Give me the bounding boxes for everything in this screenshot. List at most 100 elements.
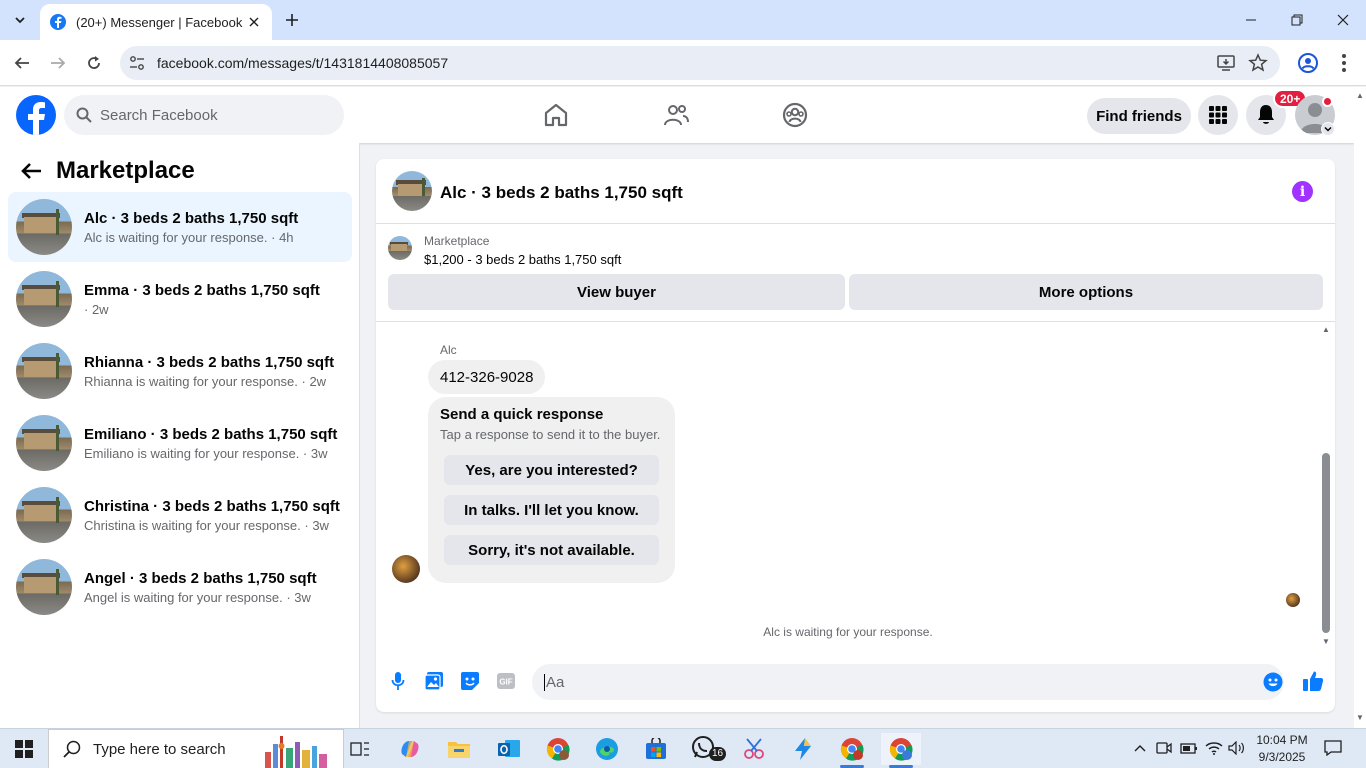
site-info-icon[interactable] — [128, 54, 146, 72]
taskbar-file-explorer[interactable] — [439, 733, 479, 765]
browser-menu-icon[interactable] — [1334, 51, 1354, 75]
listing-thumbnail — [16, 559, 72, 615]
forward-button[interactable] — [46, 51, 70, 75]
arrow-left-icon — [14, 57, 29, 69]
taskbar-copilot[interactable] — [390, 733, 430, 765]
scissors-icon — [744, 738, 764, 759]
browser-tab-active[interactable]: (20+) Messenger | Facebook — [40, 4, 272, 40]
task-view-button[interactable] — [340, 733, 380, 765]
taskbar-chrome-3-active[interactable] — [881, 733, 921, 768]
conversation-status: Emiliano is waiting for your response. ·… — [84, 445, 328, 461]
facebook-logo-icon[interactable] — [16, 95, 56, 135]
taskbar-outlook[interactable] — [489, 733, 529, 765]
conversation-item-emiliano[interactable]: Emiliano · 3 beds 2 baths 1,750 sqft Emi… — [8, 408, 352, 478]
waiting-status: Alc is waiting for your response. — [763, 625, 933, 639]
taskbar-clock[interactable]: 10:04 PM 9/3/2025 — [1250, 732, 1314, 766]
tray-meet-now[interactable] — [1155, 739, 1173, 757]
taskbar-search-box[interactable]: Type here to search — [48, 729, 344, 768]
conversation-status: · 2w — [84, 301, 109, 317]
conversation-status: Christina is waiting for your response. … — [84, 517, 329, 533]
message-composer: GIF Aa — [376, 657, 1335, 712]
install-app-icon[interactable] — [1216, 53, 1236, 73]
microphone-icon[interactable] — [387, 670, 409, 692]
emoji-icon[interactable] — [1262, 671, 1284, 693]
page-scrollbar[interactable]: ▲ ▼ — [1354, 87, 1366, 728]
tray-battery[interactable] — [1180, 739, 1198, 757]
listing-thumbnail — [16, 487, 72, 543]
restore-button[interactable] — [1274, 0, 1320, 40]
scroll-up-arrow-icon[interactable]: ▲ — [1321, 326, 1331, 334]
sender-avatar[interactable] — [392, 555, 420, 583]
marketplace-label: Marketplace — [424, 234, 490, 248]
info-icon[interactable]: i — [1292, 181, 1313, 202]
conversation-item-christina[interactable]: Christina · 3 beds 2 baths 1,750 sqft Ch… — [8, 480, 352, 550]
notification-center-button[interactable] — [1324, 739, 1342, 757]
taskbar-edge[interactable] — [587, 733, 627, 765]
message-bubble[interactable]: 412-326-9028 — [428, 360, 546, 394]
chat-listing-thumbnail[interactable] — [392, 171, 432, 211]
gif-icon[interactable]: GIF — [495, 670, 517, 692]
minimize-button[interactable] — [1228, 0, 1274, 40]
back-arrow-icon[interactable] — [20, 162, 42, 180]
thumbs-up-icon[interactable] — [1302, 670, 1324, 692]
tray-volume[interactable] — [1228, 739, 1246, 757]
back-button[interactable] — [10, 51, 34, 75]
chat-title[interactable]: Alc · 3 beds 2 baths 1,750 sqft — [440, 183, 683, 203]
taskbar-snipping-tool[interactable] — [734, 733, 774, 765]
quick-reply-interested-button[interactable]: Yes, are you interested? — [444, 455, 659, 485]
tab-title: (20+) Messenger | Facebook — [76, 14, 243, 30]
reload-button[interactable] — [82, 51, 106, 75]
conversation-item-emma[interactable]: Emma · 3 beds 2 baths 1,750 sqft · 2w — [8, 264, 352, 334]
chat-header: Alc · 3 beds 2 baths 1,750 sqft i — [376, 159, 1335, 224]
lightning-icon — [795, 738, 811, 760]
conversation-item-rhianna[interactable]: Rhianna · 3 beds 2 baths 1,750 sqft Rhia… — [8, 336, 352, 406]
account-chevron-icon[interactable] — [1321, 122, 1335, 136]
page-scroll-up-icon[interactable]: ▲ — [1356, 91, 1364, 100]
marketplace-sidebar: Marketplace Alc · 3 beds 2 baths 1,750 s… — [0, 143, 360, 728]
facebook-search-input[interactable]: Search Facebook — [64, 95, 344, 135]
scroll-down-arrow-icon[interactable]: ▼ — [1321, 638, 1331, 646]
more-options-button[interactable]: More options — [849, 274, 1323, 310]
address-bar[interactable]: facebook.com/messages/t/1431814408085057 — [120, 46, 1280, 80]
taskbar-whatsapp[interactable]: 16 — [685, 733, 727, 765]
page-scroll-down-icon[interactable]: ▼ — [1356, 713, 1364, 722]
friends-icon[interactable] — [662, 101, 690, 129]
bell-icon — [1258, 105, 1274, 124]
groups-icon[interactable] — [781, 101, 809, 129]
windows-start-button[interactable] — [0, 729, 48, 768]
conversation-status: Angel is waiting for your response. · 3w — [84, 589, 311, 605]
taskbar-chrome-2[interactable] — [832, 733, 872, 768]
store-icon — [646, 738, 666, 759]
search-icon — [63, 740, 81, 758]
conversation-item-angel[interactable]: Angel · 3 beds 2 baths 1,750 sqft Angel … — [8, 552, 352, 622]
tab-search-button[interactable] — [8, 8, 32, 32]
listing-price-title[interactable]: $1,200 - 3 beds 2 baths 1,750 sqft — [424, 252, 621, 267]
restore-icon — [1291, 14, 1303, 26]
thread-scroll-thumb[interactable] — [1322, 453, 1330, 633]
close-tab-icon[interactable] — [246, 14, 262, 30]
quick-reply-in-talks-button[interactable]: In talks. I'll let you know. — [444, 495, 659, 525]
new-tab-button[interactable] — [282, 10, 302, 30]
photo-attach-icon[interactable] — [423, 670, 445, 692]
message-input[interactable]: Aa — [532, 664, 1284, 700]
taskbar-power-automate[interactable] — [783, 733, 823, 765]
taskbar-store[interactable] — [636, 733, 676, 765]
view-buyer-button[interactable]: View buyer — [388, 274, 845, 310]
show-hidden-icons-button[interactable] — [1131, 739, 1149, 757]
quick-reply-not-available-button[interactable]: Sorry, it's not available. — [444, 535, 659, 565]
home-icon[interactable] — [542, 101, 570, 129]
menu-button[interactable] — [1198, 95, 1238, 135]
taskbar-search-placeholder: Type here to search — [93, 740, 226, 758]
sticker-icon[interactable] — [459, 670, 481, 692]
chrome-profile-icon[interactable] — [1296, 51, 1320, 75]
tray-network[interactable] — [1205, 739, 1223, 757]
city-skyline-icon — [265, 736, 327, 768]
chat-panel: Alc · 3 beds 2 baths 1,750 sqft i Market… — [376, 159, 1335, 712]
bookmark-star-icon[interactable] — [1248, 53, 1268, 73]
conversation-item-alc[interactable]: Alc · 3 beds 2 baths 1,750 sqft Alc is w… — [8, 192, 352, 262]
find-friends-button[interactable]: Find friends — [1087, 98, 1191, 134]
close-window-button[interactable] — [1320, 0, 1366, 40]
message-input-placeholder: Aa — [544, 674, 565, 691]
taskbar-chrome-1[interactable] — [538, 733, 578, 765]
listing-thumbnail — [16, 199, 72, 255]
